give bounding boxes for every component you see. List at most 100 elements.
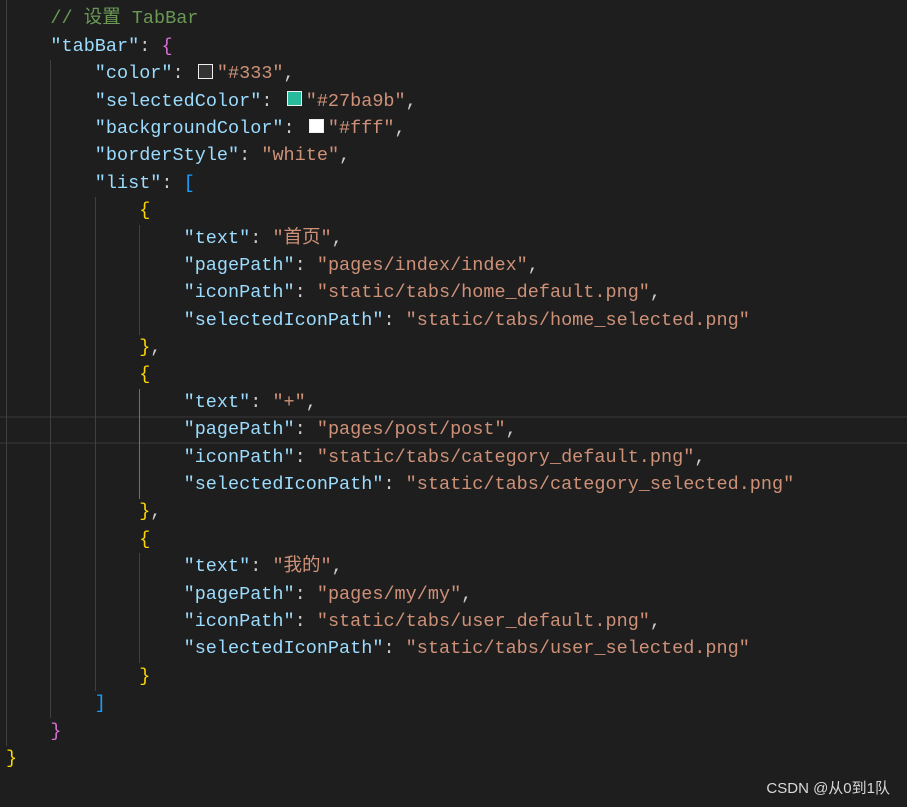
punctuation: , <box>505 419 517 441</box>
json-key: "borderStyle" <box>94 145 240 167</box>
code-text: } <box>6 745 17 772</box>
code-line[interactable]: { <box>0 361 907 390</box>
indent-guide <box>50 607 52 636</box>
indent-guide <box>50 443 52 472</box>
indent-guide <box>94 197 96 226</box>
code-line[interactable]: "selectedIconPath": "static/tabs/home_se… <box>0 306 907 335</box>
indent-guide <box>6 114 7 143</box>
code-line[interactable]: "text": "我的", <box>0 553 907 582</box>
punctuation: , <box>305 391 317 413</box>
punctuation: : <box>250 227 273 249</box>
code-editor[interactable]: }, // 设置 TabBar"tabBar": {"color": "#333"… <box>0 0 907 807</box>
json-string: "首页" <box>272 227 332 249</box>
code-line[interactable]: "iconPath": "static/tabs/category_defaul… <box>0 443 907 472</box>
indent-guide <box>50 169 52 198</box>
json-string: "pages/my/my" <box>316 583 462 605</box>
indent-guide <box>139 635 141 664</box>
punctuation: : <box>239 145 262 167</box>
punctuation: , <box>461 583 473 605</box>
code-line[interactable]: { <box>0 197 907 226</box>
indent-guide <box>139 251 141 280</box>
code-line[interactable]: "color": "#333", <box>0 60 907 89</box>
indent-guide <box>50 388 52 417</box>
indent-guide <box>6 498 7 527</box>
color-swatch[interactable] <box>287 91 303 107</box>
indent-guide <box>6 607 7 636</box>
code-line[interactable]: "list": [ <box>0 169 907 198</box>
json-string: "static/tabs/user_selected.png" <box>405 638 750 660</box>
comment: // 设置 TabBar <box>50 8 199 30</box>
indent-guide <box>50 334 52 363</box>
code-line[interactable]: "tabBar": { <box>0 32 907 61</box>
code-line[interactable]: "iconPath": "static/tabs/home_default.pn… <box>0 279 907 308</box>
indent-guide <box>94 306 96 335</box>
bracket: } <box>139 501 151 523</box>
code-line[interactable]: ] <box>0 690 907 719</box>
code-line[interactable]: "pagePath": "pages/my/my", <box>0 580 907 609</box>
code-line[interactable]: "iconPath": "static/tabs/user_default.pn… <box>0 607 907 636</box>
code-line[interactable]: "text": "首页", <box>0 224 907 253</box>
code-line[interactable]: "selectedIconPath": "static/tabs/user_se… <box>0 635 907 664</box>
json-key: "selectedIconPath" <box>183 309 384 331</box>
punctuation: : <box>383 638 406 660</box>
code-lines: }, // 设置 TabBar"tabBar": {"color": "#333"… <box>0 0 907 772</box>
code-line[interactable]: } <box>0 717 907 746</box>
color-swatch[interactable] <box>198 63 214 79</box>
punctuation: , <box>331 556 343 578</box>
code-text: "selectedIconPath": "static/tabs/home_se… <box>184 307 750 334</box>
json-string: "static/tabs/category_selected.png" <box>405 474 795 496</box>
code-line[interactable]: "pagePath": "pages/post/post", <box>0 416 907 445</box>
indent-guide <box>50 306 52 335</box>
indent-guide <box>6 471 7 500</box>
json-string: "+" <box>272 391 306 413</box>
indent-guide <box>6 5 7 34</box>
indent-guide <box>50 471 52 500</box>
json-string: "#27ba9b" <box>305 90 406 112</box>
code-line[interactable]: } <box>0 745 907 772</box>
indent-guide <box>94 498 96 527</box>
active-indent-guide <box>139 471 141 500</box>
indent-guide <box>6 251 7 280</box>
code-line[interactable]: "backgroundColor": "#fff", <box>0 114 907 143</box>
code-line[interactable]: }, <box>0 334 907 363</box>
code-line[interactable]: // 设置 TabBar <box>0 5 907 34</box>
json-key: "backgroundColor" <box>94 117 284 139</box>
punctuation: : <box>383 309 406 331</box>
indent-guide <box>50 416 52 445</box>
code-line[interactable]: { <box>0 525 907 554</box>
code-text: "pagePath": "pages/index/index", <box>184 252 539 279</box>
indent-guide <box>94 607 96 636</box>
json-key: "text" <box>183 227 251 249</box>
json-key: "color" <box>94 63 173 85</box>
code-line[interactable]: } <box>0 662 907 691</box>
code-text: { <box>139 361 150 388</box>
indent-guide <box>50 114 52 143</box>
indent-guide <box>6 87 7 116</box>
code-line[interactable]: "selectedIconPath": "static/tabs/categor… <box>0 471 907 500</box>
code-line[interactable]: "pagePath": "pages/index/index", <box>0 251 907 280</box>
code-text: } <box>50 718 61 745</box>
punctuation: , <box>649 610 662 632</box>
indent-guide <box>50 87 52 116</box>
json-key: "list" <box>94 172 162 194</box>
code-line[interactable]: "text": "+", <box>0 388 907 417</box>
bracket: { <box>161 35 173 57</box>
indent-guide <box>50 224 52 253</box>
indent-guide <box>94 443 96 472</box>
color-swatch[interactable] <box>309 118 325 134</box>
code-text: }, <box>139 498 161 525</box>
bracket: ] <box>94 693 106 715</box>
code-line[interactable]: }, <box>0 498 907 527</box>
code-line[interactable]: "borderStyle": "white", <box>0 142 907 171</box>
indent-guide <box>94 635 96 664</box>
punctuation: : <box>250 556 273 578</box>
bracket: } <box>50 720 62 742</box>
indent-guide <box>6 662 7 691</box>
indent-guide <box>6 690 7 719</box>
punctuation: , <box>150 337 162 359</box>
punctuation: , <box>283 63 295 85</box>
json-string: "white" <box>261 145 340 167</box>
code-line[interactable]: "selectedColor": "#27ba9b", <box>0 87 907 116</box>
json-string: "#fff" <box>327 117 395 139</box>
json-string: "static/tabs/home_default.png" <box>316 282 650 304</box>
